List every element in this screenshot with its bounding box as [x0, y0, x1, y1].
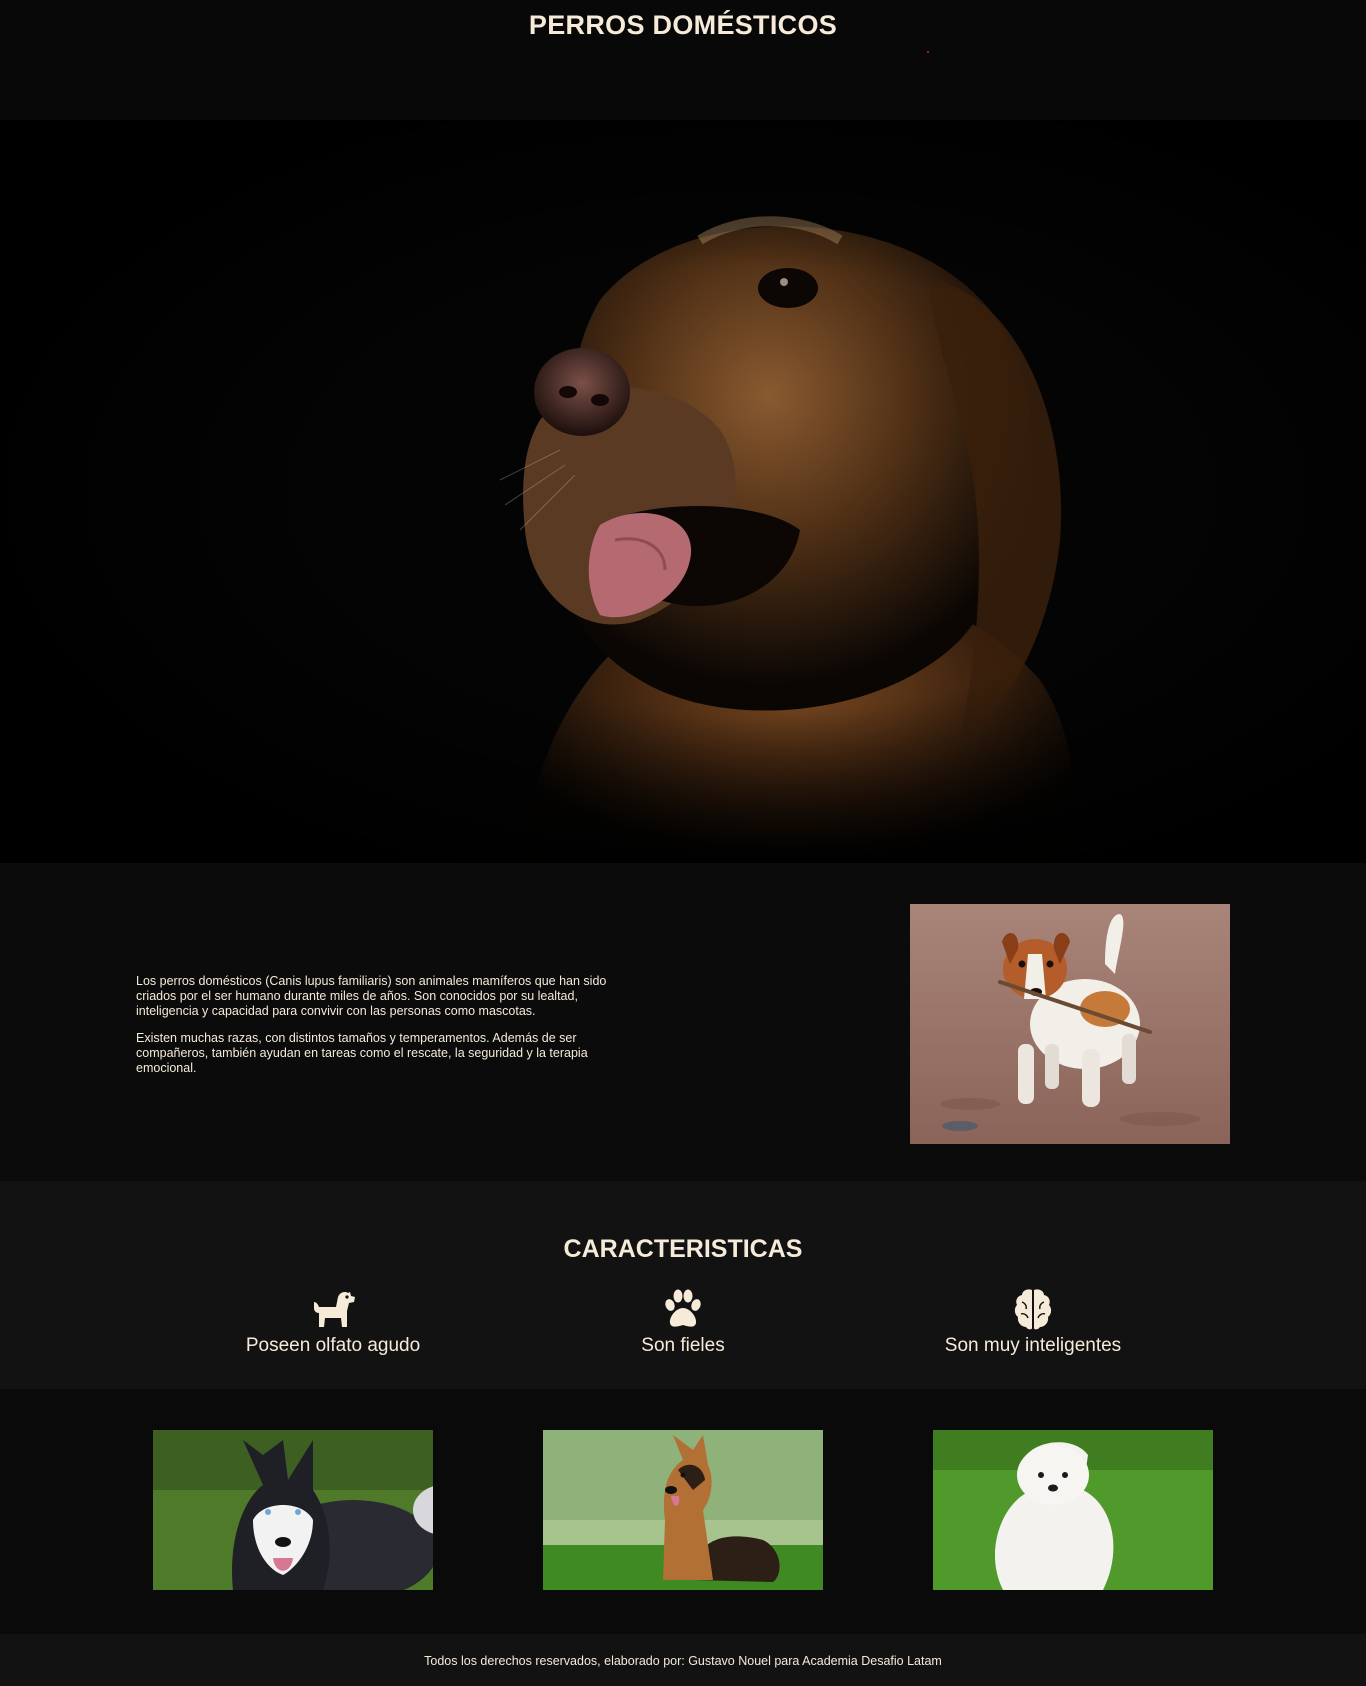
feature-label: Son fieles	[641, 1335, 725, 1356]
paw-icon	[665, 1289, 701, 1327]
features-section: CARACTERISTICAS Poseen olfato agudo Son …	[0, 1181, 1366, 1389]
brain-icon	[1014, 1289, 1052, 1330]
husky-photo	[153, 1430, 433, 1590]
intro-paragraph: Existen muchas razas, con distintos tama…	[136, 1031, 588, 1075]
feature-item: Poseen olfato agudo	[183, 1286, 483, 1357]
golden-retriever-illustration	[0, 120, 1366, 863]
intro-paragraph: Los perros domésticos (Canis lupus famil…	[136, 974, 607, 1018]
features-title: CARACTERISTICAS	[563, 1235, 803, 1263]
site-header: PERROS DOMÉSTICOS	[0, 0, 1366, 120]
jack-russell-photo	[910, 904, 1230, 1144]
page-title: PERROS DOMÉSTICOS	[528, 10, 838, 40]
page: PERROS DOMÉSTICOS Los perros domésticos …	[0, 0, 1366, 1686]
feature-label: Poseen olfato agudo	[245, 1335, 421, 1356]
intro-text: Los perros domésticos (Canis lupus famil…	[136, 974, 636, 1088]
intro-section: Los perros domésticos (Canis lupus famil…	[0, 863, 1366, 1181]
german-shepherd-photo	[543, 1430, 823, 1590]
maltese-photo	[933, 1430, 1213, 1590]
feature-item: Son fieles	[533, 1286, 833, 1357]
gallery-section	[0, 1389, 1366, 1634]
feature-item: Son muy inteligentes	[883, 1286, 1183, 1357]
dog-icon	[314, 1292, 355, 1327]
footer-credits: Todos los derechos reservados, elaborado…	[424, 1654, 942, 1668]
site-footer: Todos los derechos reservados, elaborado…	[0, 1634, 1366, 1686]
hero-image	[0, 120, 1366, 863]
feature-label: Son muy inteligentes	[944, 1335, 1122, 1356]
decorative-dot	[927, 51, 929, 53]
